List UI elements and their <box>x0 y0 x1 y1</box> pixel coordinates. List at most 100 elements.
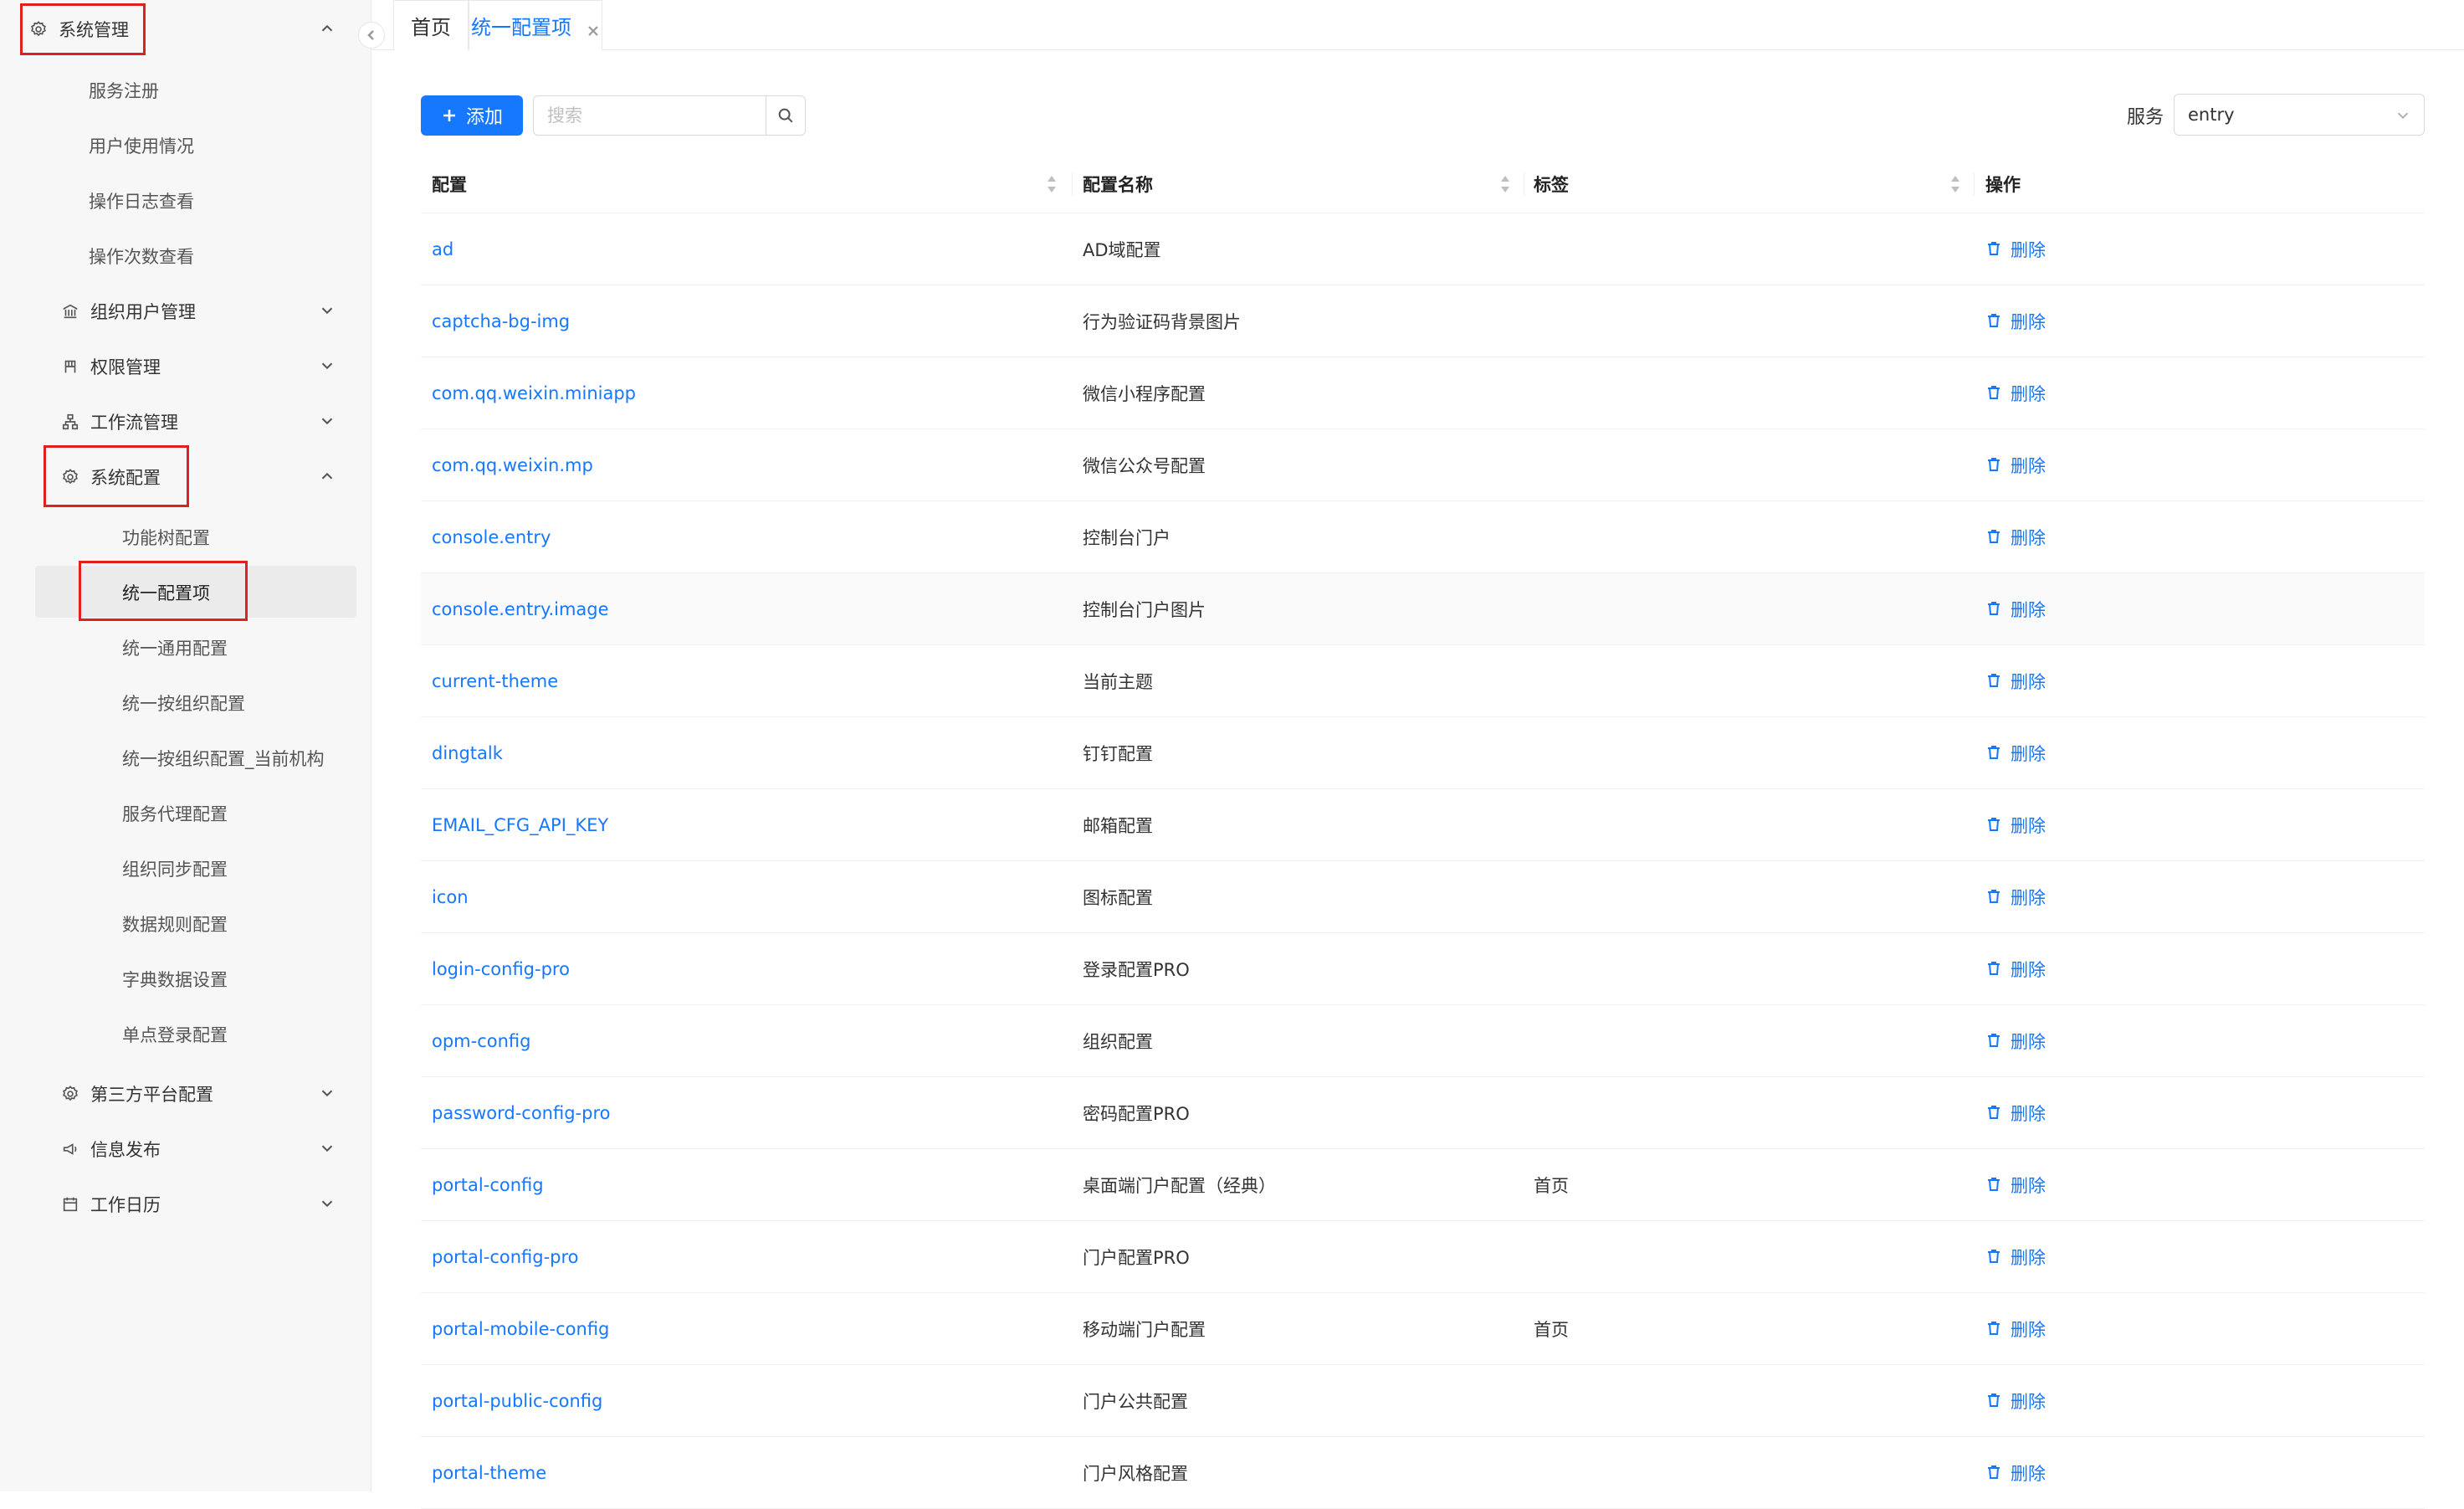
delete-button[interactable]: 删除 <box>1985 645 2046 716</box>
sidebar-item-unified-general-config[interactable]: 统一通用配置 <box>0 620 371 675</box>
delete-button[interactable]: 删除 <box>1985 717 2046 788</box>
config-name-cell: AD域配置 <box>1083 239 1161 260</box>
config-key-link[interactable]: password-config-pro <box>432 1077 610 1148</box>
config-name-cell: 移动端门户配置 <box>1083 1319 1206 1340</box>
config-key-link[interactable]: portal-theme <box>432 1437 546 1508</box>
add-button-label: 添加 <box>465 107 503 128</box>
config-name-cell: 微信小程序配置 <box>1083 383 1206 404</box>
chevron-up-icon <box>318 467 338 487</box>
delete-button[interactable]: 删除 <box>1985 501 2046 572</box>
config-key-link[interactable]: current-theme <box>432 645 558 716</box>
config-name-cell: 桌面端门户配置（经典） <box>1083 1175 1276 1196</box>
delete-button[interactable]: 删除 <box>1985 1437 2046 1508</box>
delete-button[interactable]: 删除 <box>1985 861 2046 932</box>
config-key-link[interactable]: EMAIL_CFG_API_KEY <box>432 789 608 860</box>
delete-button[interactable]: 删除 <box>1985 1077 2046 1148</box>
sidebar-item-system-management[interactable]: 系统管理 <box>0 2 371 57</box>
config-key-link[interactable]: portal-mobile-config <box>432 1293 609 1364</box>
table-body: ad AD域配置 删除 captcha-bg-img 行为验证码背景图片 删除 … <box>421 213 2425 1509</box>
config-key-link[interactable]: console.entry <box>432 501 551 572</box>
sidebar-item-service-proxy-config[interactable]: 服务代理配置 <box>0 786 371 841</box>
config-key-link[interactable]: com.qq.weixin.miniapp <box>432 357 636 429</box>
sidebar-item-dictionary-settings[interactable]: 字典数据设置 <box>0 952 371 1007</box>
delete-button[interactable]: 删除 <box>1985 285 2046 357</box>
config-name-cell: 行为验证码背景图片 <box>1083 311 1241 332</box>
config-key-link[interactable]: opm-config <box>432 1005 530 1076</box>
sidebar-item-work-calendar[interactable]: 工作日历 <box>0 1177 371 1232</box>
workflow-icon <box>60 412 80 432</box>
delete-button[interactable]: 删除 <box>1985 1221 2046 1292</box>
config-key-link[interactable]: portal-config <box>432 1149 544 1220</box>
sidebar-item-info-publish[interactable]: 信息发布 <box>0 1121 371 1177</box>
config-key-link[interactable]: portal-public-config <box>432 1365 602 1436</box>
delete-button[interactable]: 删除 <box>1985 429 2046 500</box>
delete-button[interactable]: 删除 <box>1985 933 2046 1004</box>
sidebar-item-label: 用户使用情况 <box>89 136 194 157</box>
table-row: portal-config 桌面端门户配置（经典） 首页 删除 <box>421 1149 2425 1221</box>
service-select[interactable]: entry <box>2174 94 2425 136</box>
tab-label: 首页 <box>411 16 451 39</box>
delete-button[interactable]: 删除 <box>1985 1005 2046 1076</box>
column-sorter-config[interactable] <box>421 156 1067 213</box>
sidebar-item-operation-log[interactable]: 操作日志查看 <box>0 173 371 228</box>
delete-button[interactable]: 删除 <box>1985 1365 2046 1436</box>
sidebar-item-system-config[interactable]: 系统配置 <box>0 449 371 505</box>
tab-home[interactable]: 首页 <box>393 0 469 50</box>
search-input[interactable] <box>533 95 766 136</box>
delete-button[interactable]: 删除 <box>1985 789 2046 860</box>
column-header-label: 标签 <box>1534 175 1569 195</box>
sidebar-item-function-tree-config[interactable]: 功能树配置 <box>0 510 371 565</box>
column-sorter-tag[interactable] <box>1950 156 1967 213</box>
add-button[interactable]: 添加 <box>421 95 523 136</box>
close-icon[interactable] <box>587 19 600 36</box>
sidebar-item-third-party-config[interactable]: 第三方平台配置 <box>0 1066 371 1121</box>
sidebar-item-unified-org-config[interactable]: 统一按组织配置 <box>0 675 371 731</box>
chevron-down-icon <box>318 301 338 321</box>
sidebar-item-label: 数据规则配置 <box>122 915 228 935</box>
tab-unified-config-items[interactable]: 统一配置项 <box>469 0 602 50</box>
search-button[interactable] <box>766 95 806 136</box>
sidebar-item-operation-count[interactable]: 操作次数查看 <box>0 228 371 284</box>
delete-button[interactable]: 删除 <box>1985 213 2046 285</box>
trash-icon <box>1985 1104 2004 1122</box>
config-key-link[interactable]: com.qq.weixin.mp <box>432 429 593 500</box>
user-badge-icon <box>60 357 80 377</box>
config-name-cell: 登录配置PRO <box>1083 959 1190 980</box>
column-sorter-config-name[interactable] <box>1500 156 1517 213</box>
config-key-link[interactable]: captcha-bg-img <box>432 285 570 357</box>
sidebar-item-sso-config[interactable]: 单点登录配置 <box>0 1007 371 1062</box>
delete-button[interactable]: 删除 <box>1985 1293 2046 1364</box>
config-key-link[interactable]: icon <box>432 861 469 932</box>
sidebar-item-data-rule-config[interactable]: 数据规则配置 <box>0 896 371 952</box>
sidebar-item-label: 统一配置项 <box>122 583 210 603</box>
config-key-link[interactable]: dingtalk <box>432 717 503 788</box>
chevron-down-icon <box>318 412 338 432</box>
service-select-value: entry <box>2188 105 2235 125</box>
config-key-link[interactable]: ad <box>432 213 453 285</box>
sidebar-item-user-usage[interactable]: 用户使用情况 <box>0 118 371 173</box>
service-label: 服务 <box>2127 107 2164 128</box>
sidebar-item-org-user-management[interactable]: 组织用户管理 <box>0 284 371 339</box>
sidebar-item-org-sync-config[interactable]: 组织同步配置 <box>0 841 371 896</box>
delete-button[interactable]: 删除 <box>1985 1149 2046 1220</box>
delete-button[interactable]: 删除 <box>1985 573 2046 644</box>
sidebar-item-unified-config-items[interactable]: 统一配置项 <box>0 565 371 620</box>
config-key-link[interactable]: console.entry.image <box>432 573 609 644</box>
config-name-cell: 图标配置 <box>1083 887 1153 908</box>
sidebar-item-label: 组织同步配置 <box>122 860 228 880</box>
chevron-down-icon <box>318 1194 338 1214</box>
sidebar-item-service-registry[interactable]: 服务注册 <box>0 63 371 118</box>
table-row: portal-public-config 门户公共配置 删除 <box>421 1365 2425 1437</box>
config-key-link[interactable]: portal-config-pro <box>432 1221 579 1292</box>
column-header-label: 配置名称 <box>1083 175 1153 195</box>
trash-icon <box>1985 888 2004 906</box>
sidebar-item-unified-org-config-current[interactable]: 统一按组织配置_当前机构 <box>0 731 371 786</box>
sidebar-item-workflow-management[interactable]: 工作流管理 <box>0 394 371 449</box>
column-header-config-name[interactable]: 配置名称 <box>1083 156 1153 213</box>
config-key-link[interactable]: login-config-pro <box>432 933 570 1004</box>
trash-icon <box>1985 1248 2004 1266</box>
column-header-tag[interactable]: 标签 <box>1534 156 1569 213</box>
sidebar-item-label: 统一按组织配置_当前机构 <box>122 749 325 769</box>
sidebar-item-permission-management[interactable]: 权限管理 <box>0 339 371 394</box>
delete-button[interactable]: 删除 <box>1985 357 2046 429</box>
